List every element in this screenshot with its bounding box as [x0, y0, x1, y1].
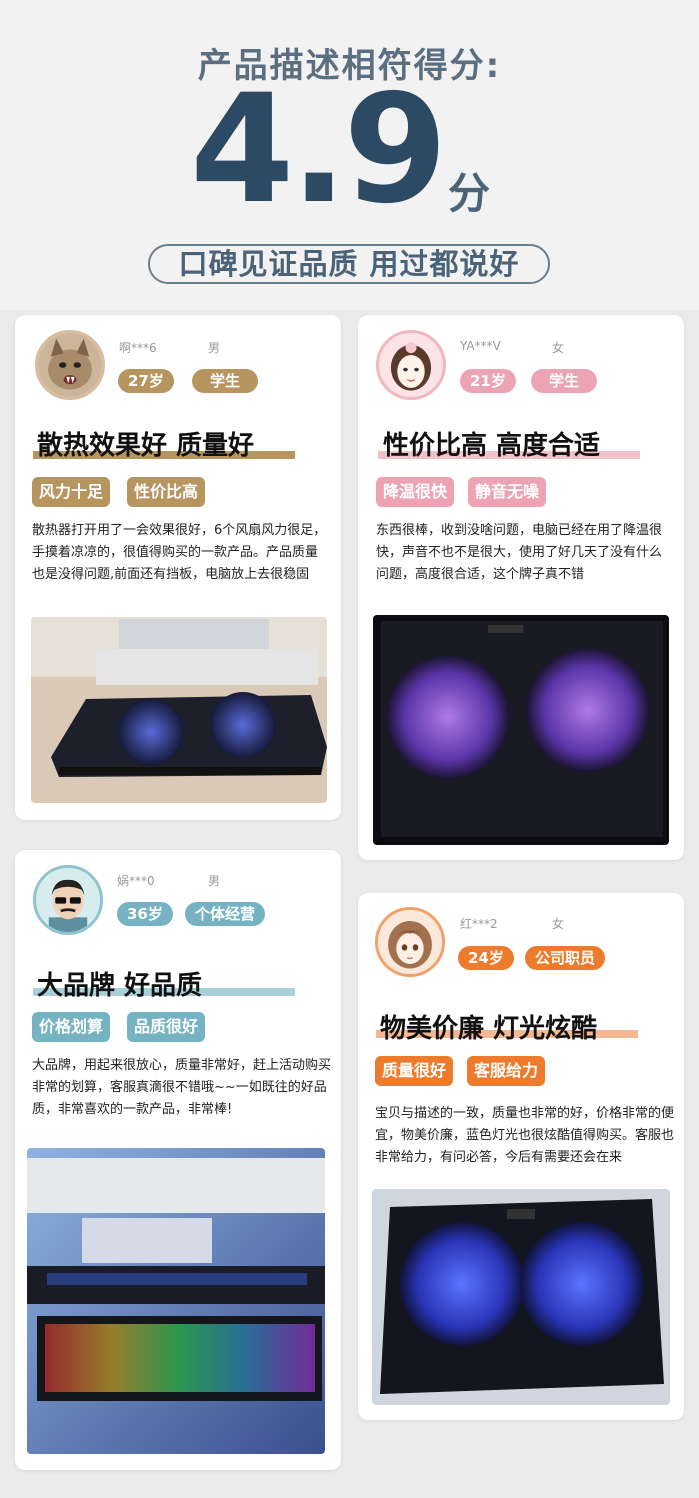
reviewer-age: 36岁 — [117, 902, 173, 926]
review-card: 娲***0 男 36岁 个体经营 大品牌 好品质 价格划算 品质很好 大品牌，用… — [15, 850, 341, 1470]
review-tag: 降温很快 — [376, 477, 455, 507]
review-tag: 静音无噪 — [468, 477, 547, 507]
review-photo[interactable] — [373, 615, 669, 845]
review-tag: 客服给力 — [467, 1056, 546, 1086]
review-text: 东西很棒，收到没啥问题，电脑已经在用了降温很快，声音不也不是很大，使用了好几天了… — [376, 523, 663, 582]
reviewer-age: 27岁 — [118, 369, 174, 393]
score-value: 4.9 — [190, 63, 448, 237]
man-avatar-icon — [33, 865, 103, 935]
reviewer-username: YA***V — [460, 339, 501, 353]
review-card: YA***V 女 21岁 学生 性价比高 高度合适 降温很快 静音无噪 东西很棒… — [358, 315, 684, 860]
review-photo[interactable] — [372, 1189, 670, 1405]
woman-avatar-icon — [375, 907, 445, 977]
review-card: 红***2 女 24岁 公司职员 物美价廉 灯光炫酷 质量很好 客服给力 宝贝与… — [358, 893, 684, 1420]
review-tag: 风力十足 — [32, 477, 111, 507]
reviewer-occupation: 公司职员 — [525, 946, 606, 970]
reviewer-username: 娲***0 — [117, 874, 155, 888]
reviewer-gender: 女 — [552, 917, 565, 931]
review-text: 散热器打开用了一会效果很好，6个风扇风力很足，手摸着凉凉的，很值得购买的一款产品… — [32, 523, 327, 582]
review-photo[interactable] — [27, 1148, 325, 1454]
slogan-banner: 口碑见证品质 用过都说好 — [148, 244, 550, 284]
review-text: 宝贝与描述的一致，质量也非常的好，价格非常的便宜，物美价廉，蓝色灯光也很炫酷值得… — [375, 1106, 675, 1165]
girl-avatar-icon — [376, 330, 446, 400]
reviewer-occupation: 个体经营 — [185, 902, 266, 926]
review-tag: 质量很好 — [375, 1056, 454, 1086]
review-card: 啊***6 男 27岁 学生 散热效果好 质量好 风力十足 性价比高 散热器打开… — [15, 315, 341, 820]
review-headline: 物美价廉 灯光炫酷 — [380, 1014, 598, 1044]
cat-avatar-icon — [35, 330, 105, 400]
reviewer-gender: 男 — [208, 341, 221, 355]
reviewer-age: 21岁 — [460, 369, 516, 393]
review-tag: 价格划算 — [32, 1012, 111, 1042]
score-header: 产品描述相符得分: 4.9 分 口碑见证品质 用过都说好 — [0, 0, 699, 310]
reviewer-occupation: 学生 — [531, 369, 598, 393]
review-headline: 大品牌 好品质 — [37, 971, 203, 1001]
review-tag: 品质很好 — [127, 1012, 206, 1042]
reviewer-gender: 女 — [552, 341, 565, 355]
review-tag: 性价比高 — [127, 477, 206, 507]
review-headline: 散热效果好 质量好 — [37, 431, 255, 461]
reviewer-username: 红***2 — [460, 917, 498, 931]
reviewer-gender: 男 — [208, 874, 221, 888]
score-unit: 分 — [448, 169, 491, 218]
review-text: 大品牌，用起来很放心，质量非常好，赶上活动购买非常的划算，客服真滴很不错哦~~一… — [32, 1058, 332, 1117]
review-photo[interactable] — [31, 617, 327, 803]
reviewer-username: 啊***6 — [119, 341, 157, 355]
review-headline: 性价比高 高度合适 — [383, 431, 601, 461]
reviewer-occupation: 学生 — [192, 369, 259, 393]
reviewer-age: 24岁 — [458, 946, 514, 970]
